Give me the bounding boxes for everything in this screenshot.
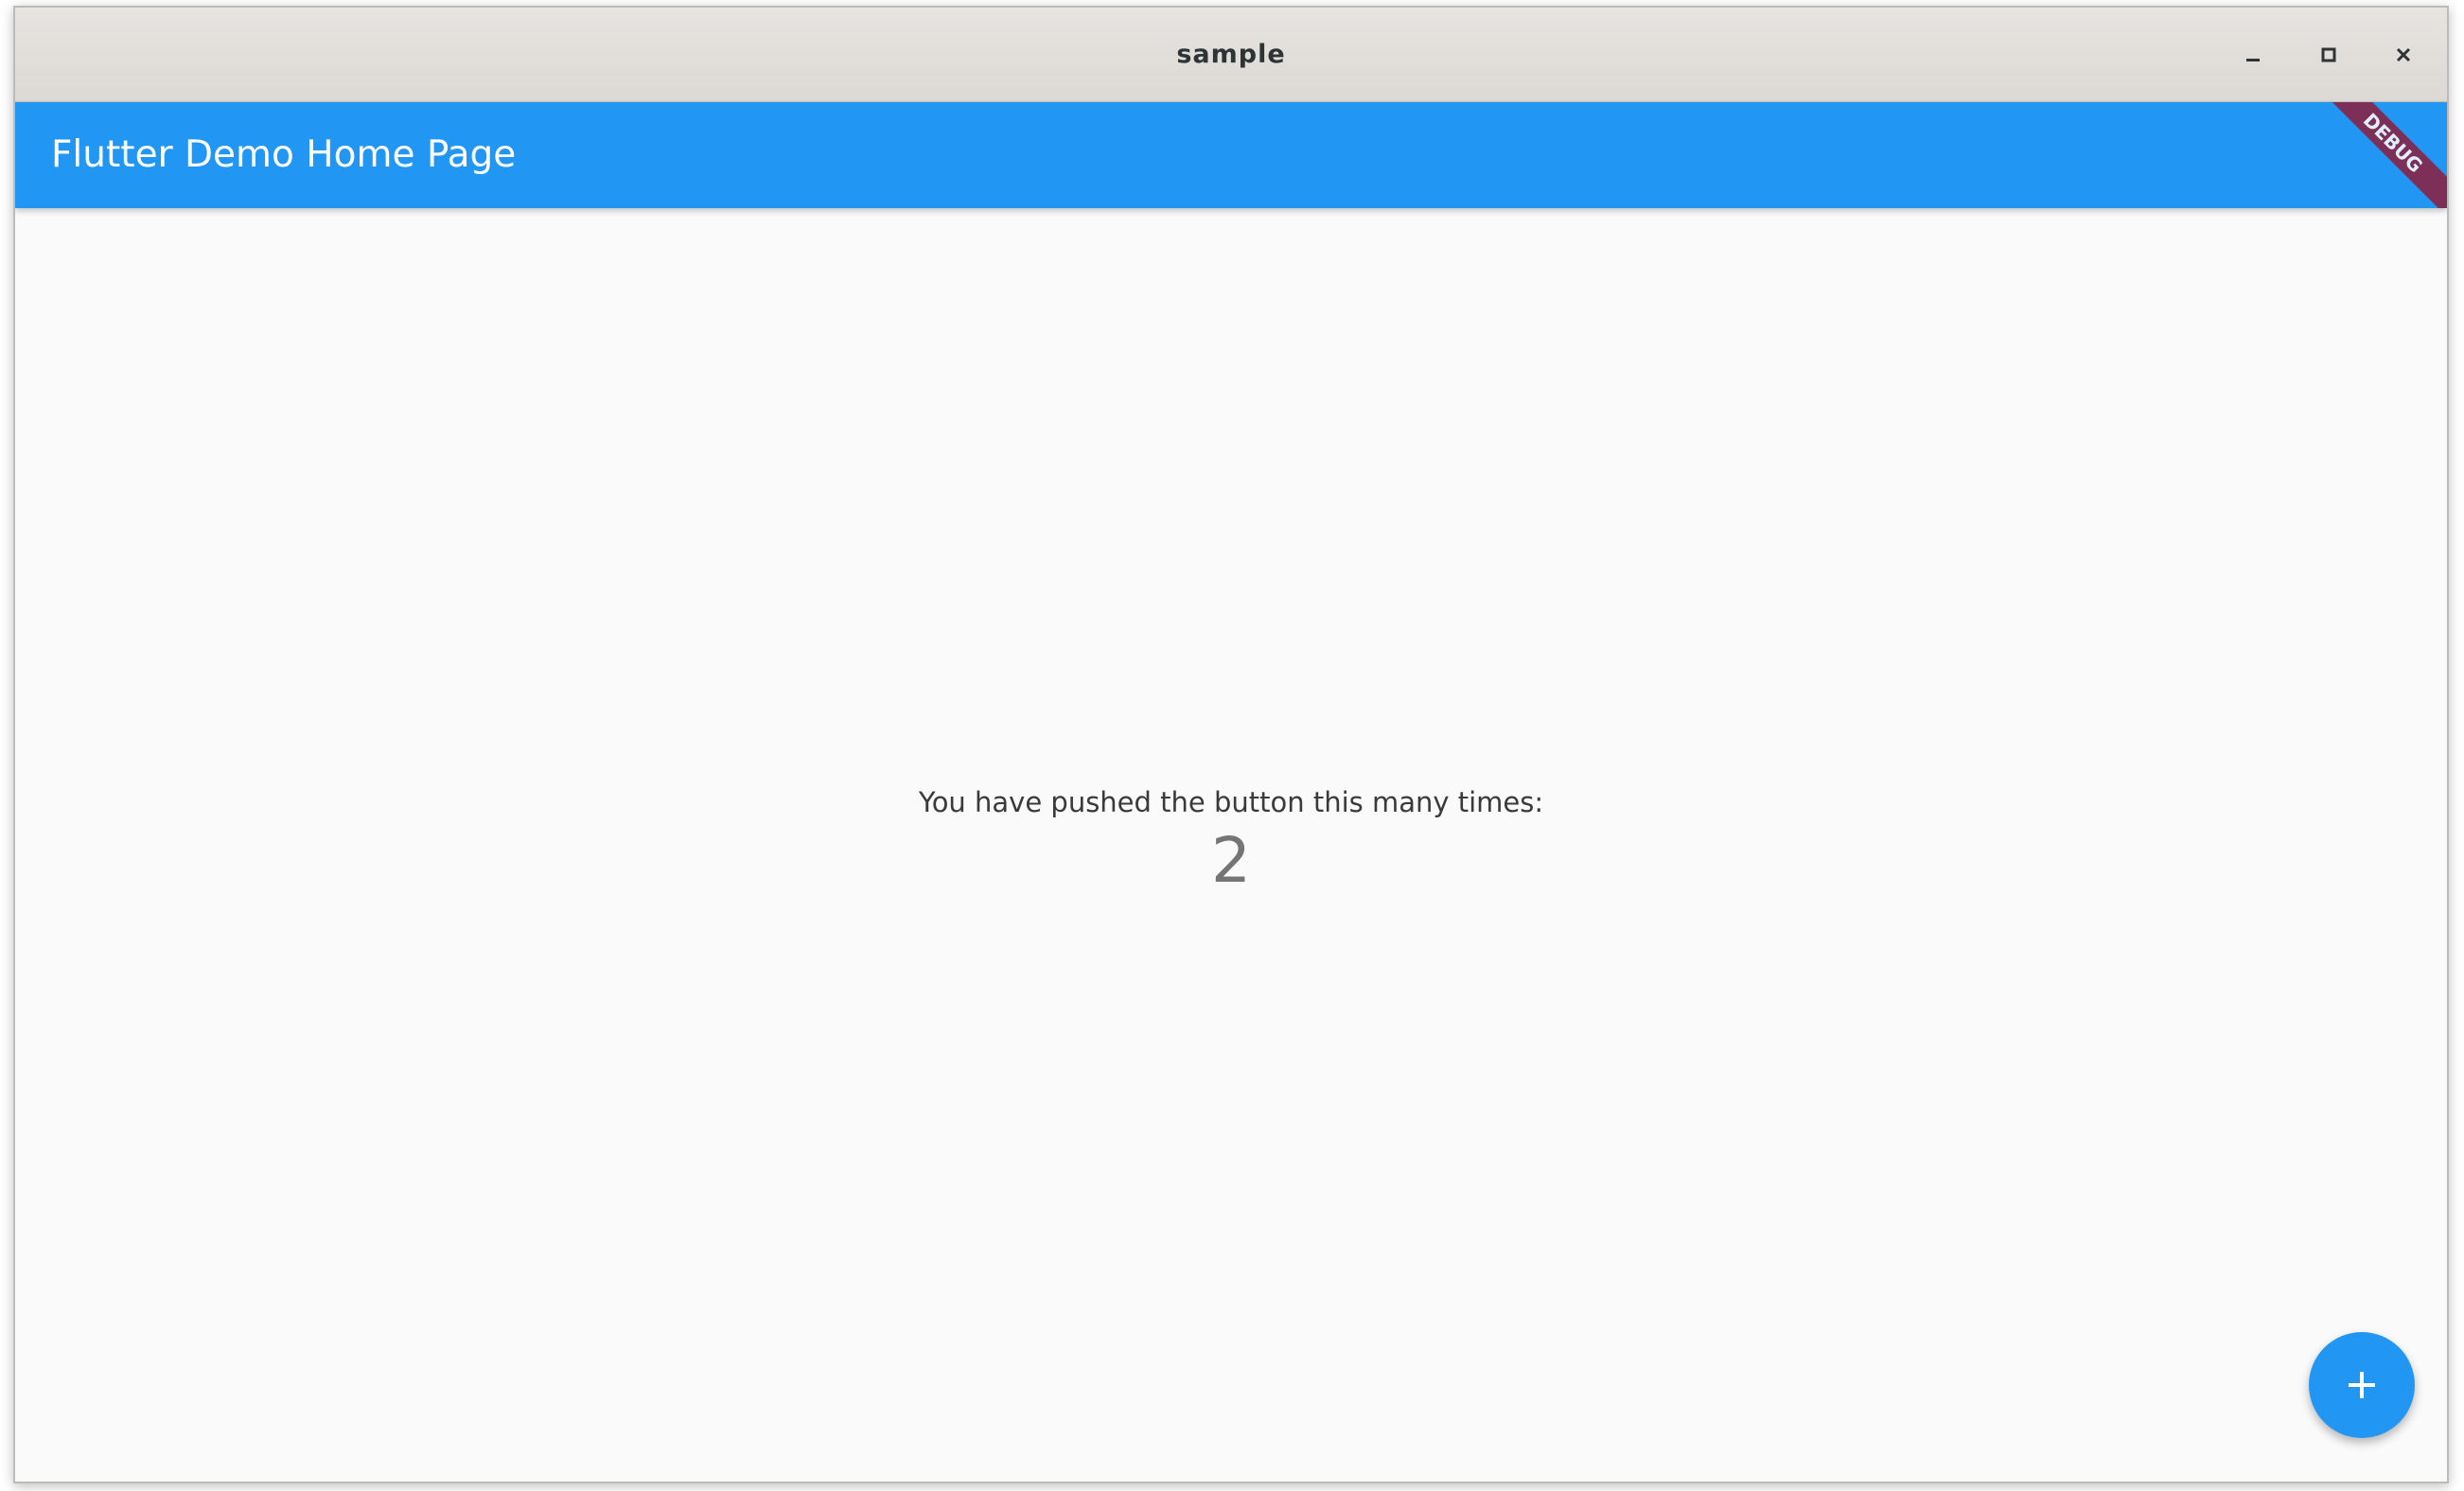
window-title: sample	[1176, 40, 1286, 69]
close-button[interactable]	[2381, 32, 2426, 78]
main-content: You have pushed the button this many tim…	[15, 208, 2447, 1482]
minimize-button[interactable]	[2230, 32, 2276, 78]
window-titlebar[interactable]: sample	[15, 8, 2447, 102]
app-bar: Flutter Demo Home Page DEBUG	[15, 102, 2447, 208]
debug-banner-label: DEBUG	[2314, 102, 2447, 208]
counter-label: You have pushed the button this many tim…	[918, 786, 1544, 818]
close-icon	[2396, 47, 2411, 62]
increment-button[interactable]	[2309, 1332, 2415, 1438]
minimize-icon	[2246, 59, 2260, 61]
debug-banner: DEBUG	[2314, 102, 2447, 208]
counter-value: 2	[1211, 824, 1251, 897]
maximize-button[interactable]	[2306, 32, 2351, 78]
counter-section: You have pushed the button this many tim…	[15, 783, 2447, 899]
app-window: sample Flutter Demo Home Page DEBUG You …	[13, 6, 2449, 1483]
plus-icon	[2349, 1372, 2375, 1398]
page-title: Flutter Demo Home Page	[51, 133, 517, 176]
maximize-icon	[2321, 47, 2336, 62]
